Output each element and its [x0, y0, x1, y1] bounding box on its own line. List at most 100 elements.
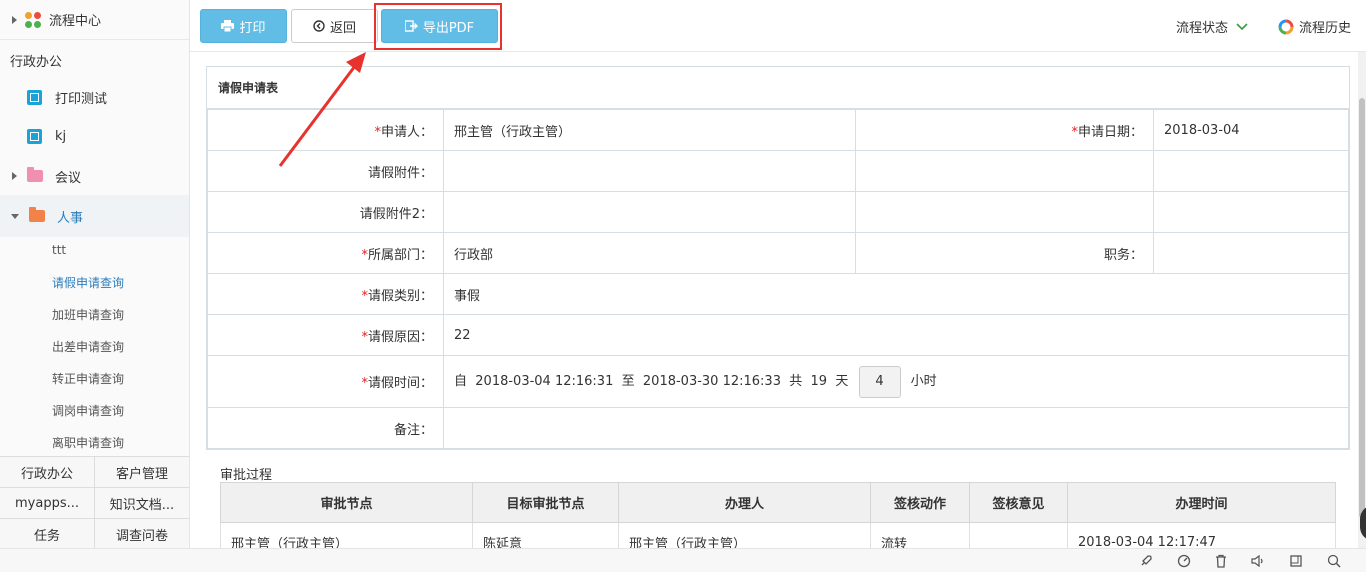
caret-right-icon	[12, 172, 17, 180]
table-cell: 邢主管（行政主管）	[220, 522, 473, 548]
back-button[interactable]: 返回	[291, 9, 378, 43]
process-history-button[interactable]: 流程历史	[1278, 17, 1351, 36]
form-row: 备注：	[207, 407, 1349, 449]
form-row: *所属部门： 行政部 职务：	[207, 232, 1349, 274]
caret-down-icon	[11, 213, 19, 219]
sidebar-item-hr[interactable]: 人事	[0, 195, 189, 237]
field-label: *请假原因：	[207, 314, 444, 356]
table-cell	[969, 522, 1068, 548]
printer-icon	[221, 20, 235, 32]
sidebar-subitem-regular-query[interactable]: 转正申请查询	[52, 370, 124, 387]
form-row: *请假原因： 22	[207, 314, 1349, 356]
empty-cell	[855, 150, 1154, 192]
sidebar-subitem-resign-query[interactable]: 离职申请查询	[52, 434, 124, 451]
table-row: 邢主管（行政主管） 陈延意 邢主管（行政主管） 流转 2018-03-04 12…	[220, 522, 1336, 548]
vertical-scrollbar[interactable]	[1358, 52, 1366, 548]
bottom-module-tabs: 行政办公 客户管理 myapps... 知识文档... 任务 调查问卷	[0, 456, 189, 550]
approval-title: 审批过程	[220, 468, 273, 483]
field-label: 请假附件2：	[207, 191, 444, 233]
column-header: 办理时间	[1067, 482, 1336, 523]
history-ring-icon	[1278, 19, 1294, 34]
process-status-dropdown[interactable]: 流程状态	[1176, 17, 1248, 36]
sidebar-item-label: 流程中心	[49, 14, 102, 29]
process-history-label: 流程历史	[1299, 21, 1352, 36]
caret-right-icon	[12, 15, 17, 24]
speed-icon[interactable]	[1176, 553, 1192, 569]
sidebar-subitem-overtime-query[interactable]: 加班申请查询	[52, 306, 124, 323]
sidebar-item-label: 会议	[55, 170, 82, 186]
column-header: 签核动作	[870, 482, 970, 523]
field-label: 备注：	[207, 407, 444, 449]
remark-value	[443, 407, 1349, 449]
sidebar-subitem-leave-query[interactable]: 请假申请查询	[52, 274, 124, 291]
table-cell: 流转	[870, 522, 970, 548]
sidebar-item-meeting[interactable]: 会议	[0, 157, 189, 195]
module-tab-knowledge[interactable]: 知识文档...	[95, 488, 189, 519]
hours-input[interactable]: 4	[858, 365, 901, 398]
position-value	[1153, 232, 1349, 274]
status-bar	[0, 548, 1366, 572]
window-icon[interactable]	[1288, 553, 1304, 569]
field-label: *申请日期：	[855, 109, 1154, 151]
time-to: 2018-03-30 12:16:33	[642, 373, 781, 389]
back-button-label: 返回	[329, 20, 356, 36]
attachment-field[interactable]	[443, 150, 856, 192]
module-tab-tasks[interactable]: 任务	[0, 519, 95, 550]
cube-icon	[27, 128, 42, 144]
module-tab-admin[interactable]: 行政办公	[0, 457, 95, 488]
cube-icon	[27, 89, 42, 105]
scrollbar-thumb[interactable]	[1359, 98, 1365, 518]
approval-header-row: 审批节点 目标审批节点 办理人 签核动作 签核意见 办理时间	[220, 482, 1336, 523]
empty-cell	[1153, 191, 1349, 233]
sidebar-item-label: 打印测试	[55, 91, 108, 107]
sidebar: 流程中心 行政办公 打印测试 kj 会议 人事 ttt 请假申请查询 加班申请查…	[0, 0, 190, 572]
form-row: *请假时间： 自 2018-03-04 12:16:31 至 2018-03-3…	[207, 355, 1349, 408]
module-tab-myapps[interactable]: myapps...	[0, 488, 95, 519]
approval-table: 审批节点 目标审批节点 办理人 签核动作 签核意见 办理时间 邢主管（行政主管）…	[220, 482, 1336, 548]
sidebar-item-print-test[interactable]: 打印测试	[0, 78, 189, 116]
sidebar-item-kj[interactable]: kj	[0, 117, 189, 155]
leave-time-value: 自 2018-03-04 12:16:31 至 2018-03-30 12:16…	[443, 355, 1349, 408]
form-row: 请假附件2：	[207, 191, 1349, 233]
app-grid-icon	[25, 11, 41, 28]
department-value: 行政部	[443, 232, 856, 274]
empty-cell	[855, 191, 1154, 233]
sidebar-item-label: kj	[55, 128, 67, 144]
module-tab-crm[interactable]: 客户管理	[95, 457, 189, 488]
apply-date-value: 2018-03-04	[1153, 109, 1349, 151]
search-icon[interactable]	[1326, 553, 1342, 569]
column-header: 签核意见	[969, 482, 1068, 523]
table-cell: 陈延意	[472, 522, 619, 548]
print-button-label: 打印	[239, 20, 266, 36]
sidebar-item-process-center[interactable]: 流程中心	[0, 0, 189, 40]
chevron-down-icon	[1236, 22, 1248, 30]
applicant-value: 邢主管（行政主管）	[443, 109, 856, 151]
sidebar-subitem-transfer-query[interactable]: 调岗申请查询	[52, 402, 124, 419]
sidebar-subitem-ttt[interactable]: ttt	[52, 243, 66, 257]
field-label: *所属部门：	[207, 232, 444, 274]
attachment2-field[interactable]	[443, 191, 856, 233]
sidebar-subitem-trip-query[interactable]: 出差申请查询	[52, 338, 124, 355]
empty-cell	[1153, 150, 1349, 192]
column-header: 办理人	[618, 482, 871, 523]
rocket-icon[interactable]	[1138, 553, 1154, 569]
print-button[interactable]: 打印	[200, 9, 287, 43]
column-header: 目标审批节点	[472, 482, 619, 523]
column-header: 审批节点	[220, 482, 473, 523]
sidebar-section-title: 行政办公	[10, 54, 63, 70]
trash-icon[interactable]	[1213, 553, 1229, 569]
volume-icon[interactable]	[1250, 553, 1266, 569]
table-cell: 2018-03-04 12:17:47	[1067, 522, 1336, 548]
field-label: *请假类别：	[207, 273, 444, 315]
table-cell: 邢主管（行政主管）	[618, 522, 871, 548]
days-value: 19	[810, 373, 828, 389]
sidebar-item-label: 人事	[57, 210, 84, 226]
leave-reason-value: 22	[443, 314, 1349, 356]
form-row: *请假类别： 事假	[207, 273, 1349, 315]
folder-icon	[27, 167, 43, 182]
field-label: 职务：	[855, 232, 1154, 274]
circle-arrow-left-icon	[313, 20, 325, 32]
export-highlight-box	[374, 3, 502, 50]
field-label: *请假时间：	[207, 355, 444, 408]
module-tab-survey[interactable]: 调查问卷	[95, 519, 189, 550]
